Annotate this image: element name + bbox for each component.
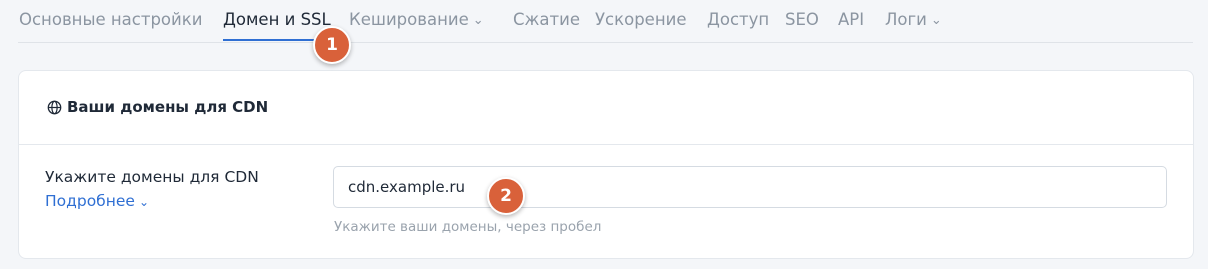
tab-label: Домен и SSL (223, 10, 331, 29)
tab-label: Ускорение (595, 10, 687, 29)
settings-tabs: Основные настройки Домен и SSL Кеширован… (18, 0, 1193, 43)
tab-access[interactable]: Доступ (707, 10, 769, 30)
tab-label: SEO (785, 10, 819, 29)
cdn-domains-label: Укажите домены для CDN (45, 168, 259, 186)
tab-basic-settings[interactable]: Основные настройки (19, 10, 202, 30)
more-info-label: Подробнее (45, 192, 135, 210)
tab-domain-ssl[interactable]: Домен и SSL (223, 10, 331, 30)
chevron-down-icon: ⌄ (138, 195, 150, 209)
step-marker-1: 1 (313, 26, 351, 64)
tab-label: API (838, 10, 865, 29)
more-info-link[interactable]: Подробнее ⌄ (45, 192, 149, 210)
tab-seo[interactable]: SEO (785, 10, 819, 30)
cdn-domains-input[interactable] (333, 166, 1167, 208)
active-tab-indicator (223, 39, 328, 41)
chevron-down-icon: ⌄ (472, 13, 484, 28)
cdn-domains-hint: Укажите ваши домены, через пробел (334, 219, 602, 235)
tab-label: Кеширование (349, 10, 469, 29)
card-title-text: Ваши домены для CDN (67, 98, 269, 116)
cdn-domains-card: Ваши домены для CDN Укажите домены для C… (18, 70, 1194, 259)
tab-caching[interactable]: Кеширование ⌄ (349, 10, 484, 32)
tab-label: Доступ (707, 10, 770, 29)
globe-icon (47, 100, 62, 114)
tab-acceleration[interactable]: Ускорение (595, 10, 686, 30)
tab-compression[interactable]: Сжатие (513, 10, 580, 30)
tab-label: Логи (885, 10, 927, 29)
tab-api[interactable]: API (838, 10, 864, 30)
step-marker-2: 2 (487, 177, 525, 215)
card-title: Ваши домены для CDN (47, 98, 268, 116)
chevron-down-icon: ⌄ (930, 13, 942, 28)
card-header: Ваши домены для CDN (19, 71, 1193, 145)
tab-label: Основные настройки (19, 10, 203, 29)
tab-label: Сжатие (513, 10, 580, 29)
tab-logs[interactable]: Логи ⌄ (885, 10, 942, 32)
